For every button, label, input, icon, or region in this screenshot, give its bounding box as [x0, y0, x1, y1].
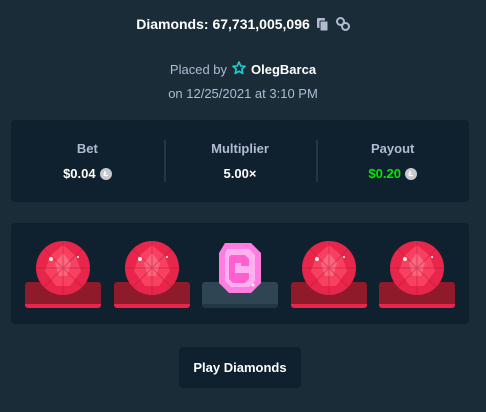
- bet-stats-panel: Bet $0.04 Multiplier 5.00× Payout $0.20: [11, 120, 469, 202]
- placed-by-row: Placed by OlegBarca: [0, 61, 486, 78]
- bet-details-page: Diamonds: 67,731,005,096 Placed by OlegB…: [0, 0, 486, 412]
- bet-label: Bet: [76, 141, 98, 156]
- red-diamond-icon: [390, 241, 444, 295]
- placed-by-label: Placed by: [169, 62, 228, 77]
- bet-value-row: $0.04: [63, 166, 112, 181]
- play-diamonds-button[interactable]: Play Diamonds: [179, 347, 301, 388]
- gem-slot: [24, 223, 102, 324]
- game-title: Diamonds: 67,731,005,096: [136, 16, 310, 32]
- bet-stat: Bet $0.04: [11, 120, 164, 202]
- gems-board: [11, 223, 469, 324]
- copy-icon[interactable]: [316, 17, 330, 31]
- red-diamond-icon: [125, 241, 179, 295]
- red-diamond-icon: [302, 241, 356, 295]
- gem-slot: [113, 223, 191, 324]
- red-diamond-icon: [36, 241, 90, 295]
- bet-value: $0.04: [63, 166, 96, 181]
- litecoin-icon: [404, 167, 417, 180]
- pink-gem-icon: [219, 243, 261, 293]
- star-badge-icon: [232, 61, 246, 78]
- payout-stat: Payout $0.20: [316, 120, 469, 202]
- placed-date: on 12/25/2021 at 3:10 PM: [168, 86, 318, 101]
- payout-value: $0.20: [368, 166, 401, 181]
- link-icon[interactable]: [335, 17, 350, 31]
- multiplier-label: Multiplier: [211, 141, 269, 156]
- payout-label: Payout: [371, 141, 415, 156]
- multiplier-stat: Multiplier 5.00×: [163, 120, 317, 202]
- title-row: Diamonds: 67,731,005,096: [0, 16, 486, 32]
- username-link[interactable]: OlegBarca: [251, 62, 316, 77]
- gem-slot: [201, 223, 279, 324]
- gem-slot: [290, 223, 368, 324]
- litecoin-icon: [99, 167, 112, 180]
- multiplier-value: 5.00×: [223, 166, 257, 181]
- gem-slot: [378, 223, 456, 324]
- payout-value-row: $0.20: [368, 166, 417, 181]
